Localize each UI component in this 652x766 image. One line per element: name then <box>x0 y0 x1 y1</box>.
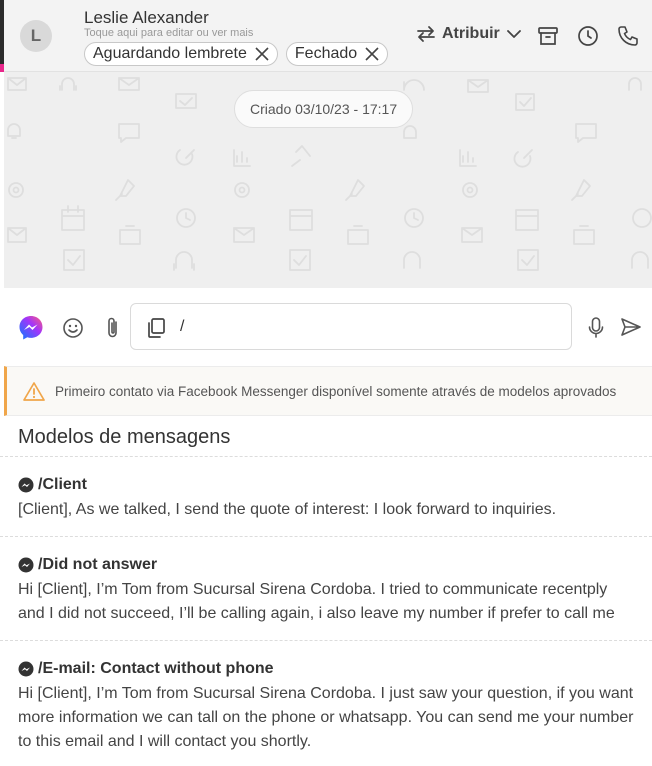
archive-icon[interactable] <box>536 24 560 48</box>
message-templates-panel: Modelos de mensagens /Client [Client], A… <box>0 416 652 766</box>
tag-chip: Fechado <box>285 42 389 66</box>
warning-icon <box>23 382 45 401</box>
clock-icon[interactable] <box>576 24 600 48</box>
contact-edit-hint[interactable]: Toque aqui para editar ou ver mais <box>84 27 253 39</box>
close-icon[interactable] <box>253 45 271 63</box>
send-icon[interactable] <box>620 316 642 338</box>
warning-text: Primeiro contato via Facebook Messenger … <box>55 384 617 399</box>
divider <box>0 456 652 457</box>
message-input[interactable]: / <box>130 303 572 350</box>
message-composer: / <box>0 288 652 366</box>
template-item[interactable]: /Did not answer Hi [Client], I’m Tom fro… <box>18 555 638 626</box>
template-name: /Client <box>38 476 87 493</box>
template-body: Hi [Client], I’m Tom from Sucursal Siren… <box>18 581 615 622</box>
template-item[interactable]: /E-mail: Contact without phone Hi [Clien… <box>18 659 638 754</box>
tag-list: Aguardando lembrete Fechado <box>84 42 389 66</box>
messenger-icon <box>18 557 34 573</box>
created-date-pill: Criado 03/10/23 - 17:17 <box>234 90 414 128</box>
close-icon[interactable] <box>363 45 381 63</box>
template-body: Hi [Client], I’m Tom from Sucursal Siren… <box>18 685 634 750</box>
chat-area: Criado 03/10/23 - 17:17 <box>4 72 652 288</box>
swap-icon <box>417 26 435 42</box>
paperclip-icon[interactable] <box>104 316 122 340</box>
messenger-icon <box>18 477 34 493</box>
contact-name[interactable]: Leslie Alexander <box>84 8 209 28</box>
template-item[interactable]: /Client [Client], As we talked, I send t… <box>18 475 638 522</box>
message-input-value: / <box>180 318 185 335</box>
tag-chip: Aguardando lembrete <box>84 42 278 66</box>
template-name: /Did not answer <box>38 556 158 573</box>
messenger-icon <box>18 661 34 677</box>
avatar[interactable]: L <box>20 20 52 52</box>
assign-label: Atribuir <box>442 25 500 42</box>
phone-icon[interactable] <box>616 24 640 48</box>
template-name: /E-mail: Contact without phone <box>38 660 274 677</box>
divider <box>0 536 652 537</box>
microphone-icon[interactable] <box>587 316 605 340</box>
template-body: [Client], As we talked, I send the quote… <box>18 501 557 518</box>
conversation-header: L Leslie Alexander Toque aqui para edita… <box>4 0 652 72</box>
divider <box>0 640 652 641</box>
templates-title: Modelos de mensagens <box>18 426 231 448</box>
chevron-down-icon <box>506 30 521 38</box>
tag-label: Fechado <box>294 45 358 62</box>
warning-banner: Primeiro contato via Facebook Messenger … <box>4 366 652 416</box>
copy-icon[interactable] <box>145 317 167 339</box>
assign-button[interactable]: Atribuir <box>416 24 522 44</box>
tag-label: Aguardando lembrete <box>93 45 247 62</box>
messenger-icon[interactable] <box>17 314 45 342</box>
emoji-icon[interactable] <box>62 317 84 339</box>
